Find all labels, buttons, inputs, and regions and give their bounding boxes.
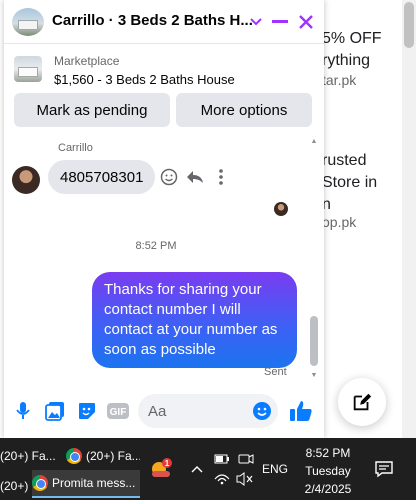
marketplace-listing: Marketplace $1,560 - 3 Beds 2 Baths Hous…: [4, 44, 324, 136]
page-scrollbar[interactable]: [402, 0, 416, 438]
chevron-down-icon[interactable]: [244, 10, 268, 34]
taskbar-item[interactable]: (20+) Fa...: [66, 442, 140, 470]
listing-avatar[interactable]: [12, 8, 44, 36]
ad-text[interactable]: rusted: [322, 150, 366, 172]
wifi-icon: [214, 474, 230, 485]
message-input[interactable]: [148, 394, 248, 428]
more-options-button[interactable]: More options: [176, 93, 312, 127]
taskbar-item-label: Promita mess...: [52, 476, 136, 490]
close-icon[interactable]: [294, 10, 318, 34]
system-clock[interactable]: 8:52 PM Tuesday 2/4/2025: [292, 444, 364, 498]
scroll-down-icon[interactable]: ▼: [309, 372, 319, 380]
sticker-icon[interactable]: [76, 400, 98, 422]
incoming-message[interactable]: 4805708301: [48, 160, 156, 194]
clock-day: Tuesday: [305, 464, 351, 478]
language-indicator[interactable]: ENG: [260, 438, 290, 500]
message-composer: GIF: [4, 382, 324, 438]
weather-badge: 1: [165, 459, 170, 468]
ad-text[interactable]: 5% OFF: [322, 28, 382, 50]
page-scrollbar-thumb[interactable]: [404, 2, 414, 48]
ad-text[interactable]: rything: [322, 50, 370, 72]
thumbs-up-icon[interactable]: [288, 398, 314, 424]
battery-icon: [214, 454, 229, 464]
ad-text[interactable]: Store in: [322, 172, 377, 194]
taskbar-item-label: (20+) Fa...: [86, 449, 140, 463]
taskbar-item-label: (20+) Fa...: [0, 449, 56, 463]
listing-thumbnail[interactable]: [14, 56, 42, 82]
clock-date: 2/4/2025: [304, 482, 352, 496]
outgoing-message[interactable]: Thanks for sharing your contact number I…: [92, 272, 297, 368]
clock-time: 8:52 PM: [305, 446, 351, 460]
microphone-icon[interactable]: [12, 400, 34, 422]
message-input-wrapper[interactable]: [138, 394, 278, 428]
svg-text:GIF: GIF: [110, 407, 127, 418]
scroll-up-icon[interactable]: ▲: [309, 138, 319, 146]
photo-icon[interactable]: [44, 400, 66, 422]
ad-source[interactable]: tar.pk: [322, 72, 356, 88]
system-tray-icons[interactable]: [210, 438, 260, 500]
chat-window: Carrillo · 3 Beds 2 Baths H... Marketpla…: [4, 0, 324, 438]
message-timestamp: 8:52 PM: [135, 240, 177, 252]
weather-icon: 1: [152, 458, 172, 477]
compose-icon: [353, 393, 372, 411]
chevron-up-icon[interactable]: [188, 438, 206, 500]
avatar[interactable]: [12, 166, 40, 194]
message-scrollbar[interactable]: ▲ ▼: [308, 136, 320, 382]
taskbar-item[interactable]: (20+) Fa...: [0, 442, 56, 470]
chrome-icon: [32, 475, 48, 491]
sender-name: Carrillo: [58, 142, 93, 154]
message-status: Sent: [264, 366, 287, 378]
chrome-icon: [66, 448, 82, 464]
listing-title[interactable]: $1,560 - 3 Beds 2 Baths House: [54, 72, 235, 87]
taskbar-item-active[interactable]: Promita mess...: [32, 470, 140, 498]
gif-icon[interactable]: GIF: [106, 400, 130, 422]
minimize-icon[interactable]: [268, 10, 292, 34]
ad-source[interactable]: op.pk: [322, 214, 356, 230]
windows-taskbar: (20+) Fa... (20+) Fa... (20+) Fa... Prom…: [0, 438, 416, 500]
camera-icon: [238, 454, 254, 464]
taskbar-item[interactable]: (20+) Fa...: [0, 472, 28, 500]
react-icon[interactable]: [158, 166, 180, 188]
chat-title[interactable]: Carrillo · 3 Beds 2 Baths H...: [52, 12, 253, 29]
reply-icon[interactable]: [184, 166, 206, 188]
seen-indicator-avatar: [274, 202, 288, 216]
taskbar-item-label: (20+) Fa...: [0, 479, 28, 493]
new-message-button[interactable]: [338, 378, 386, 426]
mark-as-pending-button[interactable]: Mark as pending: [14, 93, 170, 127]
more-actions-icon[interactable]: [210, 166, 232, 188]
chat-header[interactable]: Carrillo · 3 Beds 2 Baths H...: [4, 0, 324, 44]
weather-widget[interactable]: 1: [146, 438, 176, 500]
message-scrollbar-thumb[interactable]: [310, 316, 318, 366]
emoji-icon[interactable]: [252, 401, 272, 421]
notification-icon[interactable]: [374, 460, 394, 478]
speaker-muted-icon: [236, 472, 253, 486]
marketplace-label: Marketplace: [54, 54, 120, 68]
message-list[interactable]: Carrillo 4805708301 8:52 PM Thanks for s…: [4, 136, 324, 382]
